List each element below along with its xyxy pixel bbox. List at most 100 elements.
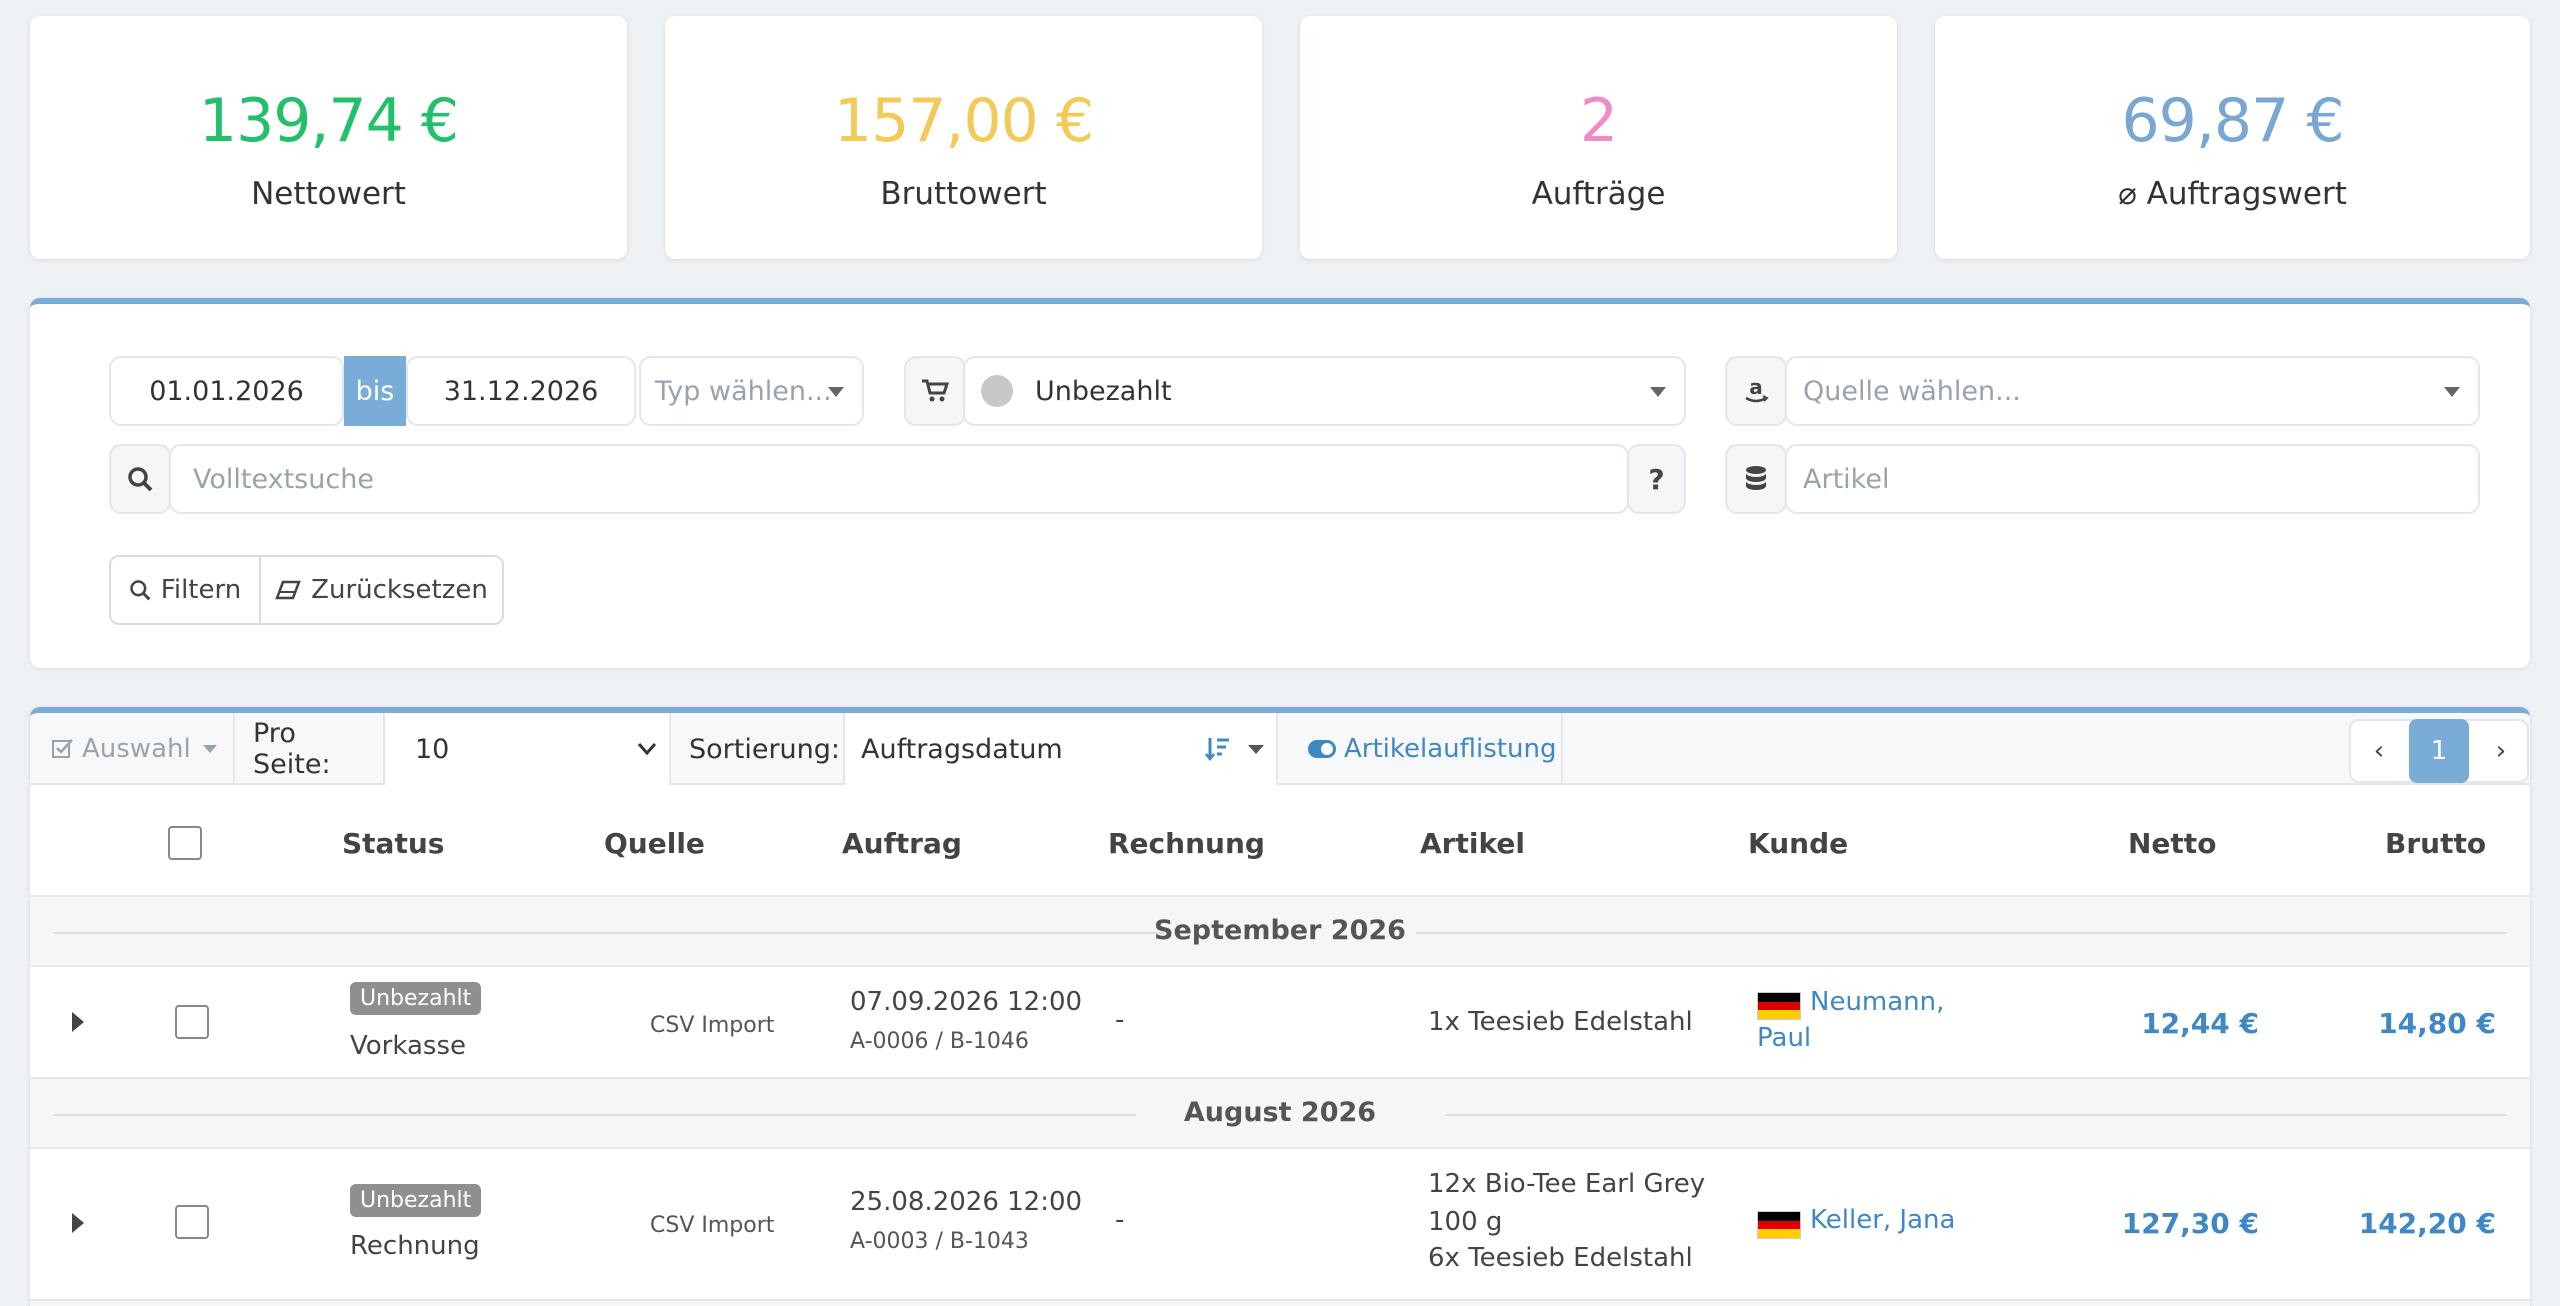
database-icon	[1746, 466, 1766, 490]
group-label: August 2026	[1183, 1097, 1377, 1128]
stat-card-gross: 157,00 € Bruttowert	[665, 16, 1262, 259]
sort-select[interactable]: Auftragsdatum	[843, 713, 1278, 785]
payment-method: Rechnung	[350, 1231, 480, 1261]
customer-link[interactable]: Neumann,	[1810, 987, 1944, 1017]
type-select[interactable]: Typ wählen...	[639, 356, 864, 426]
gross-amount: 142,20 €	[2358, 1207, 2496, 1240]
fulltext-search-placeholder: Volltextsuche	[193, 463, 374, 495]
group-header-row: August 2026	[30, 1077, 2530, 1149]
order-ids: A-0006 / B-1046	[850, 1029, 1029, 1054]
search-help-button[interactable]: ?	[1627, 444, 1686, 514]
order-ids: A-0003 / B-1043	[850, 1229, 1029, 1254]
date-separator: bis	[344, 356, 406, 426]
status-badge: Unbezahlt	[350, 982, 482, 1015]
customer-link[interactable]: Keller, Jana	[1810, 1205, 1955, 1235]
stat-label: Nettowert	[251, 176, 406, 212]
reset-button[interactable]: Zurücksetzen	[259, 555, 504, 625]
order-source: CSV Import	[650, 1213, 775, 1238]
column-header-net[interactable]: Netto	[2128, 827, 2216, 860]
filter-button[interactable]: Filtern	[109, 555, 261, 625]
help-icon: ?	[1648, 462, 1665, 496]
toggle-on-icon	[1308, 740, 1336, 758]
amazon-icon: a	[1745, 376, 1769, 403]
stat-value: 2	[1579, 86, 1618, 156]
group-label: September 2026	[1154, 915, 1406, 946]
payment-status-value: Unbezahlt	[1035, 375, 1172, 407]
order-date: 25.08.2026 12:00	[850, 1187, 1083, 1217]
row-checkbox[interactable]	[175, 1005, 209, 1039]
sort-descending-icon[interactable]	[1205, 736, 1231, 762]
pagination: ‹ 1 ›	[2349, 719, 2529, 783]
customer-link[interactable]: Paul	[1757, 1023, 1811, 1053]
source-select[interactable]: Quelle wählen...	[1785, 356, 2480, 426]
invoice-value: -	[1115, 1205, 1125, 1235]
sort-label: Sortierung:	[671, 713, 843, 785]
column-header-order[interactable]: Auftrag	[842, 827, 962, 860]
status-dot-icon	[981, 375, 1013, 407]
select-all-checkbox[interactable]	[168, 826, 202, 860]
svg-text:a: a	[1749, 376, 1763, 399]
selection-dropdown[interactable]: Auswahl	[30, 713, 235, 785]
stat-card-net: 139,74 € Nettowert	[30, 16, 627, 259]
next-page-button[interactable]: ›	[2473, 721, 2529, 781]
payment-method: Vorkasse	[350, 1031, 466, 1061]
current-page-number: 1	[2430, 736, 2448, 766]
column-header-article[interactable]: Artikel	[1420, 827, 1525, 860]
chevron-down-icon	[828, 387, 844, 397]
shopping-cart-icon	[922, 379, 949, 402]
date-from-input[interactable]: 01.01.2026	[109, 356, 344, 426]
table-row[interactable]: Unbezahlt Vorkasse CSV Import 07.09.2026…	[30, 967, 2530, 1077]
article-line: 6x Teesieb Edelstahl	[1428, 1243, 1693, 1273]
column-header-status[interactable]: Status	[342, 827, 444, 860]
group-header-row: September 2026	[30, 895, 2530, 967]
sort-value: Auftragsdatum	[861, 733, 1063, 765]
reset-button-label: Zurücksetzen	[311, 575, 488, 605]
stat-card-average: 69,87 € ⌀ Auftragswert	[1935, 16, 2530, 259]
expand-row-icon[interactable]	[72, 1012, 84, 1032]
table-toolbar: Auswahl Pro Seite: 10 Sortierung: Auftra…	[30, 713, 2530, 785]
page-button-current[interactable]: 1	[2409, 719, 2469, 783]
orders-panel: Auswahl Pro Seite: 10 Sortierung: Auftra…	[30, 707, 2530, 1306]
article-line: 12x Bio-Tee Earl Grey	[1428, 1169, 1706, 1199]
invoice-value: -	[1115, 1005, 1125, 1035]
column-header-gross[interactable]: Brutto	[2385, 827, 2486, 860]
per-page-select[interactable]: 10	[383, 713, 671, 785]
database-addon	[1725, 444, 1787, 514]
source-select-placeholder: Quelle wählen...	[1803, 375, 2021, 407]
selection-label: Auswahl	[82, 734, 191, 764]
order-date: 07.09.2026 12:00	[850, 987, 1083, 1017]
net-amount: 12,44 €	[2141, 1007, 2259, 1040]
stat-value: 69,87 €	[2121, 86, 2344, 156]
search-addon	[109, 444, 171, 514]
sort-label-text: Sortierung:	[689, 733, 841, 765]
search-icon	[128, 467, 153, 492]
filter-panel: 01.01.2026 bis 31.12.2026 Typ wählen... …	[30, 298, 2530, 668]
expand-row-icon[interactable]	[72, 1213, 84, 1233]
stat-card-orders: 2 Aufträge	[1300, 16, 1897, 259]
row-checkbox[interactable]	[175, 1205, 209, 1239]
date-separator-label: bis	[355, 375, 395, 407]
eraser-icon	[275, 580, 301, 600]
gross-amount: 14,80 €	[2378, 1007, 2496, 1040]
column-header-invoice[interactable]: Rechnung	[1108, 827, 1265, 860]
per-page-value: 10	[415, 733, 450, 765]
payment-status-select[interactable]: Unbezahlt	[963, 356, 1686, 426]
chevron-down-icon	[2444, 387, 2460, 397]
chevron-down-icon	[1650, 387, 1666, 397]
table-row[interactable]: Unbezahlt Rechnung CSV Import 25.08.2026…	[30, 1149, 2530, 1299]
caret-down-icon	[202, 745, 217, 753]
article-input[interactable]: Artikel	[1785, 444, 2480, 514]
chevron-down-icon	[637, 743, 657, 756]
article-line: 100 g	[1428, 1207, 1503, 1237]
column-header-customer[interactable]: Kunde	[1748, 827, 1848, 860]
amazon-addon: a	[1725, 356, 1787, 426]
per-page-label-text: Pro Seite:	[253, 718, 331, 780]
prev-page-button[interactable]: ‹	[2351, 721, 2407, 781]
column-header-source[interactable]: Quelle	[604, 827, 705, 860]
fulltext-search-input[interactable]: Volltextsuche	[169, 444, 1629, 514]
date-to-input[interactable]: 31.12.2026	[406, 356, 636, 426]
germany-flag-icon	[1757, 1211, 1801, 1239]
article-listing-toggle[interactable]: Artikelauflistung	[1278, 713, 1563, 785]
stat-value: 157,00 €	[833, 86, 1094, 156]
search-icon	[130, 580, 151, 601]
